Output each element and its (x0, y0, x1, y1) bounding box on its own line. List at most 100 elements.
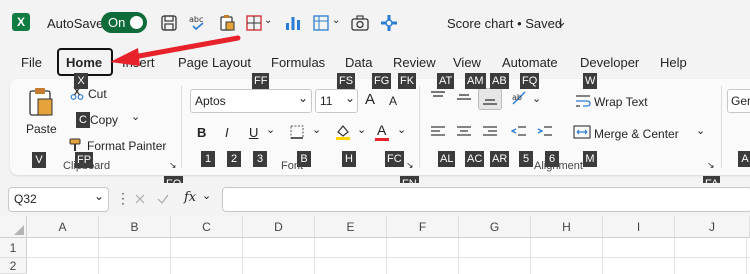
group-separator (419, 86, 420, 168)
chevron-down-icon[interactable]: ⌄ (357, 123, 366, 136)
keytip-fc: FC (385, 151, 404, 167)
enter-icon[interactable] (156, 192, 170, 206)
column-header[interactable]: F (387, 216, 459, 238)
keytip-fk: FK (398, 73, 417, 89)
borders-icon[interactable] (289, 124, 305, 140)
column-header[interactable]: B (99, 216, 171, 238)
autosave-label: AutoSave (47, 16, 104, 31)
chevron-down-icon[interactable]: ⌄ (298, 91, 308, 105)
cancel-icon[interactable] (133, 192, 147, 206)
row-header[interactable]: 1 (0, 238, 27, 258)
decrease-font-size-button[interactable]: A (389, 94, 397, 108)
align-center-icon[interactable] (456, 125, 472, 139)
align-right-icon[interactable] (482, 125, 498, 139)
chevron-down-icon[interactable]: ⌄ (345, 91, 355, 105)
insert-function-button[interactable]: fx (184, 190, 196, 205)
tab-view[interactable]: View (453, 55, 481, 70)
keytip-m: M (583, 151, 597, 167)
column-header[interactable]: G (459, 216, 531, 238)
chevron-down-icon[interactable]: ⌄ (94, 189, 104, 203)
keytip-2: 2 (227, 151, 241, 167)
tab-formulas[interactable]: Formulas (271, 55, 325, 70)
chevron-down-icon[interactable]: ⌄ (397, 123, 406, 136)
dialog-launcher-icon[interactable]: ↘ (406, 160, 414, 171)
pivot-icon[interactable] (311, 13, 331, 33)
select-all-corner[interactable] (0, 216, 27, 238)
clipboard-group-label: Clipboard (63, 160, 111, 172)
align-top-icon[interactable] (430, 90, 446, 104)
keytip-al: AL (438, 151, 456, 167)
tab-home[interactable]: Home (66, 55, 102, 70)
chevron-down-icon[interactable]: ⌄ (266, 123, 275, 136)
dialog-launcher-icon[interactable]: ↘ (707, 160, 715, 171)
bold-button[interactable]: B (197, 125, 206, 140)
column-header[interactable]: E (315, 216, 387, 238)
keytip-ab: AB (490, 73, 509, 89)
font-color-button[interactable]: A (377, 122, 386, 138)
font-name-select[interactable]: Aptos ⌄ (190, 89, 312, 113)
format-painter-icon[interactable] (68, 137, 84, 153)
dialog-launcher-icon[interactable]: ↘ (169, 160, 177, 171)
row-header[interactable]: 2 (0, 258, 27, 274)
chevron-down-icon[interactable]: ⌄ (532, 92, 541, 105)
chevron-down-icon[interactable]: ⌄ (131, 110, 140, 123)
chevron-down-icon[interactable]: ⌄ (556, 14, 567, 30)
cell-area[interactable] (27, 238, 750, 274)
increase-indent-icon[interactable] (537, 125, 553, 139)
orientation-icon[interactable]: ab (511, 90, 529, 106)
name-box[interactable]: Q32 ⌄ (8, 187, 109, 212)
more-options-icon[interactable]: ⋮ (116, 190, 130, 207)
merge-center-button[interactable]: Merge & Center (594, 127, 679, 141)
camera-icon[interactable] (350, 13, 370, 33)
wrap-text-button[interactable]: Wrap Text (594, 95, 648, 109)
underline-button[interactable]: U (249, 125, 258, 140)
paste-button[interactable]: Paste (26, 122, 57, 136)
column-header[interactable]: I (603, 216, 675, 238)
column-header[interactable]: H (531, 216, 603, 238)
cut-button[interactable]: Cut (88, 87, 107, 101)
align-middle-icon[interactable] (456, 90, 472, 104)
column-header[interactable]: A (27, 216, 99, 238)
name-box-value: Q32 (14, 192, 37, 206)
tab-data[interactable]: Data (345, 55, 372, 70)
align-bottom-button[interactable] (478, 88, 502, 110)
chevron-down-icon[interactable]: ⌄ (202, 189, 211, 202)
font-group-label: Font (281, 160, 304, 172)
tab-automate[interactable]: Automate (502, 55, 558, 70)
group-separator (181, 86, 182, 168)
keytip-1: 1 (201, 151, 215, 167)
align-left-icon[interactable] (430, 125, 446, 139)
merge-center-icon[interactable] (573, 125, 591, 139)
chevron-down-icon[interactable]: ⌄ (312, 123, 321, 136)
italic-button[interactable]: I (225, 125, 229, 140)
column-header[interactable]: D (243, 216, 315, 238)
format-painter-button[interactable]: Format Painter (87, 139, 166, 153)
copy-button[interactable]: Copy (90, 113, 118, 127)
chevron-down-icon[interactable]: ⌄ (332, 15, 340, 26)
keytip-3: 3 (253, 151, 267, 167)
formula-input[interactable] (222, 187, 750, 212)
increase-font-size-button[interactable]: A (365, 91, 375, 108)
tab-developer[interactable]: Developer (580, 55, 639, 70)
chevron-down-icon[interactable]: ⌄ (264, 15, 272, 26)
keytip-v: V (32, 152, 46, 168)
excel-logo-icon: X (12, 13, 30, 31)
tab-review[interactable]: Review (393, 55, 436, 70)
chevron-down-icon[interactable]: ⌄ (696, 124, 705, 137)
annotation-arrow (110, 35, 241, 66)
align-bottom-icon (483, 99, 497, 105)
font-size-select[interactable]: 11 ⌄ (315, 89, 358, 113)
tab-file[interactable]: File (21, 55, 42, 70)
column-header[interactable]: J (675, 216, 750, 238)
document-title: Score chart • Saved (447, 16, 563, 31)
chart-icon[interactable] (283, 13, 303, 33)
keytip-at: AT (437, 73, 455, 89)
number-format-select[interactable]: Gen (727, 89, 750, 113)
paste-icon[interactable] (27, 86, 55, 118)
column-header[interactable]: C (171, 216, 243, 238)
fill-color-icon[interactable] (334, 123, 352, 141)
wrap-text-icon[interactable] (575, 93, 591, 109)
tab-help[interactable]: Help (660, 55, 687, 70)
decrease-indent-icon[interactable] (511, 125, 527, 139)
move-icon[interactable] (379, 13, 399, 33)
